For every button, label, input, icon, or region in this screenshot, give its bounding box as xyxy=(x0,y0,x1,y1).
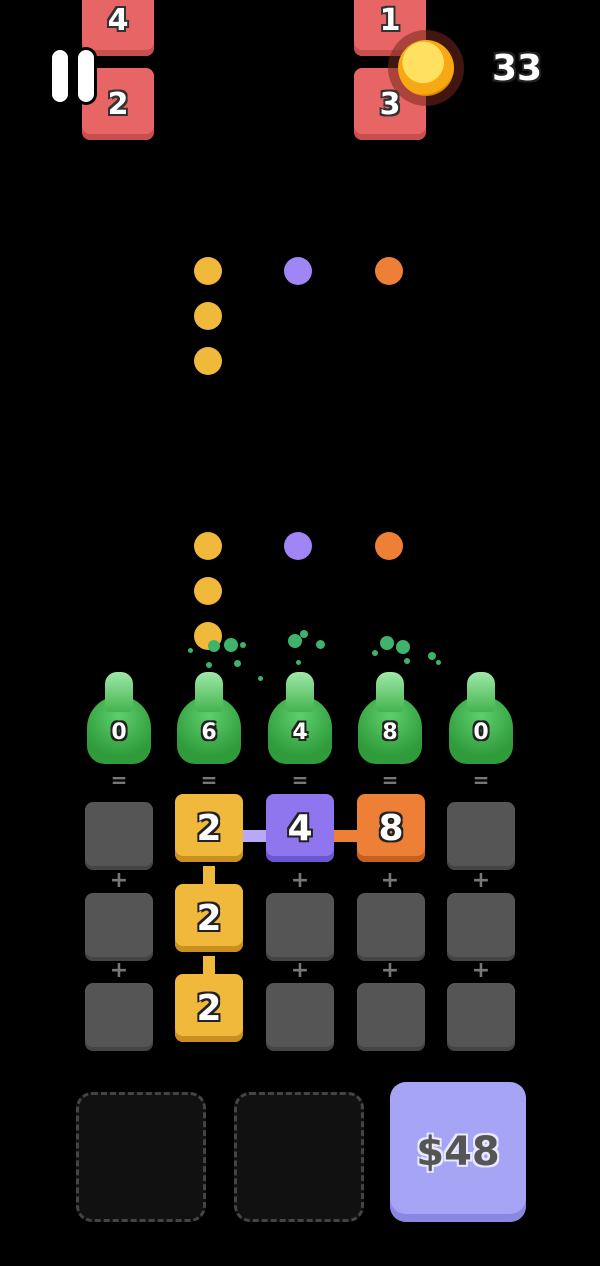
cannon-nozzle xyxy=(105,672,133,712)
equals-sign: = xyxy=(200,768,218,792)
spark-particle xyxy=(188,648,193,653)
cannon-nozzle xyxy=(467,672,495,712)
spark-particle xyxy=(380,636,394,650)
cannon-nozzle xyxy=(195,672,223,712)
plus-sign: + xyxy=(380,958,400,983)
grid-cell[interactable] xyxy=(85,893,153,961)
projectile-yellow xyxy=(194,257,222,285)
spark-particle xyxy=(436,660,441,665)
spark-particle xyxy=(428,652,436,660)
spark-particle xyxy=(258,676,263,681)
spark-particle xyxy=(316,640,325,649)
number-tile[interactable]: 2 xyxy=(175,884,243,952)
grid-cell[interactable] xyxy=(357,983,425,1051)
projectile-purple xyxy=(284,257,312,285)
cannon-value: 6 xyxy=(201,720,217,745)
projectile-yellow xyxy=(194,347,222,375)
grid-cell[interactable] xyxy=(266,983,334,1051)
buy-price: $48 xyxy=(416,1129,500,1175)
empty-tile-slot[interactable] xyxy=(76,1092,206,1222)
cannon-value: 8 xyxy=(382,720,398,745)
block-number: 1 xyxy=(379,2,401,38)
grid-cell[interactable] xyxy=(266,893,334,961)
spark-particle xyxy=(372,650,378,656)
cannon-nozzle xyxy=(376,672,404,712)
spark-particle xyxy=(296,660,301,665)
cannon-value: 0 xyxy=(473,720,489,745)
empty-tile-slot[interactable] xyxy=(234,1092,364,1222)
equals-sign: = xyxy=(381,768,399,792)
spark-particle xyxy=(404,658,410,664)
projectile-yellow xyxy=(194,577,222,605)
spark-particle xyxy=(234,660,241,667)
grid-cell[interactable] xyxy=(357,893,425,961)
equals-sign: = xyxy=(110,768,128,792)
plus-sign: + xyxy=(471,868,491,893)
tile-number: 2 xyxy=(196,807,222,849)
tile-number: 4 xyxy=(287,807,313,849)
cannon-nozzle xyxy=(286,672,314,712)
spark-particle xyxy=(224,638,238,652)
shooter-cannon[interactable]: 0 xyxy=(87,672,151,768)
block-number: 4 xyxy=(107,2,129,38)
spark-particle xyxy=(206,662,212,668)
grid-cell[interactable] xyxy=(447,802,515,870)
projectile-orange xyxy=(375,257,403,285)
grid-cell[interactable] xyxy=(447,983,515,1051)
pause-icon xyxy=(52,50,68,102)
spark-particle xyxy=(300,630,308,638)
tile-connector xyxy=(330,830,360,842)
projectile-orange xyxy=(375,532,403,560)
projectile-yellow xyxy=(194,532,222,560)
pause-button[interactable] xyxy=(50,50,98,102)
projectile-purple xyxy=(284,532,312,560)
shooter-cannon[interactable]: 4 xyxy=(268,672,332,768)
plus-sign: + xyxy=(109,868,129,893)
spark-particle xyxy=(396,640,410,654)
grid-cell[interactable] xyxy=(85,983,153,1051)
equals-sign: = xyxy=(472,768,490,792)
tile-number: 8 xyxy=(378,807,404,849)
block-number: 2 xyxy=(107,86,129,122)
plus-sign: + xyxy=(290,958,310,983)
number-tile[interactable]: 8 xyxy=(357,794,425,862)
projectile-yellow xyxy=(194,302,222,330)
tile-number: 2 xyxy=(196,987,222,1029)
number-tile[interactable]: 4 xyxy=(266,794,334,862)
game-screen: 4 2 1 3 33 0 6 4 8 0 = = = = = + + + + +… xyxy=(0,0,600,1266)
equals-sign: = xyxy=(291,768,309,792)
coin-count: 33 xyxy=(492,48,543,89)
gold-coin-icon xyxy=(398,40,454,96)
shooter-cannon[interactable]: 8 xyxy=(358,672,422,768)
number-tile[interactable]: 2 xyxy=(175,794,243,862)
spark-particle xyxy=(240,642,246,648)
plus-sign: + xyxy=(290,868,310,893)
shooter-cannon[interactable]: 0 xyxy=(449,672,513,768)
spark-particle xyxy=(208,640,220,652)
cannon-value: 0 xyxy=(111,720,127,745)
buy-tile-button[interactable]: $48 xyxy=(390,1082,526,1222)
grid-cell[interactable] xyxy=(85,802,153,870)
number-tile[interactable]: 2 xyxy=(175,974,243,1042)
plus-sign: + xyxy=(471,958,491,983)
cannon-value: 4 xyxy=(292,720,308,745)
grid-cell[interactable] xyxy=(447,893,515,961)
tile-number: 2 xyxy=(196,897,222,939)
shooter-cannon[interactable]: 6 xyxy=(177,672,241,768)
pause-icon-bar xyxy=(78,50,94,102)
incoming-block: 4 xyxy=(82,0,154,56)
plus-sign: + xyxy=(109,958,129,983)
plus-sign: + xyxy=(380,868,400,893)
